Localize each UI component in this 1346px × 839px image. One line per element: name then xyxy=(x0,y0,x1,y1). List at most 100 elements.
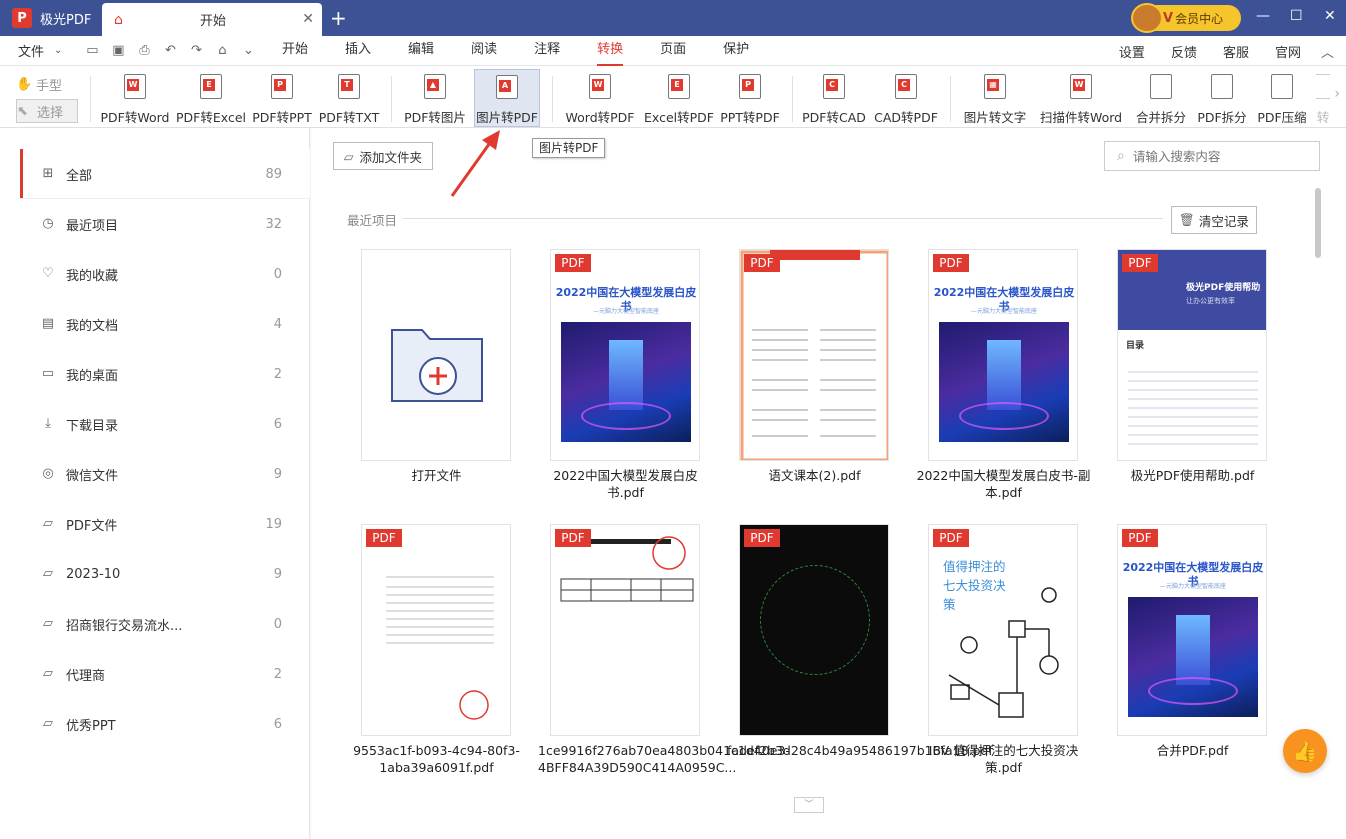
file-card[interactable]: PDF xyxy=(739,524,889,736)
merge-split-button[interactable]: 合并拆分 xyxy=(1136,72,1186,126)
menu-tab-protect[interactable]: 保护 xyxy=(723,36,749,66)
minimize-icon[interactable]: — xyxy=(1256,8,1270,24)
ppt-to-pdf-label: PPT转PDF xyxy=(720,110,780,125)
website-link[interactable]: 官网 xyxy=(1275,42,1301,61)
menu-tab-convert[interactable]: 转换 xyxy=(597,36,624,66)
menu-tab-annotate[interactable]: 注释 xyxy=(534,36,560,66)
undo-icon[interactable]: ↶ xyxy=(162,43,178,59)
sidebar-item-cmb-statements[interactable]: ▱ 招商银行交易流水... 0 xyxy=(20,599,310,649)
folder-icon: ▱ xyxy=(43,566,53,581)
file-card[interactable]: 2022中国在大模型发展白皮书 —元脑力大模型智能底座 PDF xyxy=(928,249,1078,461)
select-tool-label: 选择 xyxy=(37,105,64,121)
pdf-to-cad-button[interactable]: C PDF转CAD xyxy=(802,72,866,126)
open-file-card[interactable] xyxy=(361,249,511,461)
pdf-to-image-button[interactable]: ▲ PDF转图片 xyxy=(404,72,466,126)
open-icon[interactable]: ▭ xyxy=(84,43,100,59)
sidebar-item-wechat[interactable]: ◎ 微信文件 9 xyxy=(20,449,310,499)
sidebar-item-documents[interactable]: ▤ 我的文档 4 xyxy=(20,299,310,349)
merge-split-icon xyxy=(1150,74,1172,99)
scrollbar[interactable] xyxy=(1315,188,1321,258)
file-card[interactable]: 极光PDF使用帮助 让办公更有效率 目录 PDF xyxy=(1117,249,1267,461)
pdf-badge: PDF xyxy=(1122,254,1158,272)
menu-tab-start[interactable]: 开始 xyxy=(282,36,308,66)
sidebar-item-label: 我的收藏 xyxy=(66,268,119,284)
select-tool[interactable]: ⬉ 选择 xyxy=(16,99,78,123)
sidebar-item-recent[interactable]: ◷ 最近项目 32 xyxy=(20,199,310,249)
chevron-right-icon[interactable]: › xyxy=(1334,86,1340,102)
sidebar-item-pdf-files[interactable]: ▱ PDF文件 19 xyxy=(20,499,310,549)
hand-tool[interactable]: ✋ 手型 xyxy=(16,72,78,96)
settings-link[interactable]: 设置 xyxy=(1119,42,1145,61)
cad-to-pdf-button[interactable]: C CAD转PDF xyxy=(874,72,938,126)
search-input[interactable] xyxy=(1132,148,1303,164)
pdf-to-txt-button[interactable]: T PDF转TXT xyxy=(319,72,379,126)
image-to-pdf-button[interactable]: A 图片转PDF xyxy=(474,69,540,127)
vip-center-button[interactable]: V 会员中心 xyxy=(1131,3,1241,33)
clear-history-button[interactable]: 🗑 清空记录 xyxy=(1171,206,1257,234)
pdf-to-cad-label: PDF转CAD xyxy=(802,110,866,125)
pdf-to-excel-button[interactable]: E PDF转Excel xyxy=(176,72,246,126)
quick-access-more-icon[interactable]: ⌄ xyxy=(240,43,256,59)
word-to-pdf-button[interactable]: W Word转PDF xyxy=(565,72,635,126)
file-menu[interactable]: 文件 xyxy=(18,41,44,60)
chevron-down-icon[interactable]: ⌄ xyxy=(54,45,62,56)
pdf-to-ppt-button[interactable]: P PDF转PPT xyxy=(252,72,312,126)
sidebar-item-downloads[interactable]: ⤓ 下载目录 6 xyxy=(20,399,310,449)
menu-tab-edit[interactable]: 编辑 xyxy=(408,36,434,66)
search-box[interactable]: ⌕ xyxy=(1104,141,1320,171)
menu-tab-insert[interactable]: 插入 xyxy=(345,36,371,66)
pdf-to-image-label: PDF转图片 xyxy=(404,110,466,125)
feedback-link[interactable]: 反馈 xyxy=(1171,42,1197,61)
open-file-label: 打开文件 xyxy=(411,468,462,483)
pdf-badge: PDF xyxy=(933,254,969,272)
menu-right: 设置 反馈 客服 官网 ︿ xyxy=(1093,36,1334,66)
print-icon[interactable]: ⎙ xyxy=(136,43,152,59)
add-folder-button[interactable]: ▱ 添加文件夹 xyxy=(333,142,433,170)
ribbon-separator xyxy=(90,76,91,122)
sidebar-item-ppt[interactable]: ▱ 优秀PPT 6 xyxy=(20,699,310,749)
file-card[interactable]: 值得押注的七大投资决策 PDF xyxy=(928,524,1078,736)
sidebar-item-desktop[interactable]: ▭ 我的桌面 2 xyxy=(20,349,310,399)
image-to-text-button[interactable]: ▦ 图片转文字 xyxy=(964,72,1026,126)
excel-to-pdf-label: Excel转PDF xyxy=(644,110,714,125)
home-icon[interactable]: ⌂ xyxy=(214,43,230,59)
sidebar-item-favorites[interactable]: ♡ 我的收藏 0 xyxy=(20,249,310,299)
excel-to-pdf-button[interactable]: E Excel转PDF xyxy=(644,72,714,126)
ppt-to-pdf-button[interactable]: P PPT转PDF xyxy=(720,72,780,126)
close-tab-icon[interactable]: ✕ xyxy=(302,11,314,27)
load-more-button[interactable]: ﹀ xyxy=(794,797,824,813)
redo-icon[interactable]: ↷ xyxy=(188,43,204,59)
toc-lines xyxy=(1128,371,1258,445)
image-to-pdf-icon: A xyxy=(496,75,518,99)
scan-to-word-button[interactable]: W 扫描件转Word xyxy=(1040,72,1122,126)
menu-tab-read[interactable]: 阅读 xyxy=(471,36,497,66)
file-card[interactable]: 2022中国在大模型发展白皮书 —元脑力大模型智能底座 PDF xyxy=(1117,524,1267,736)
file-card[interactable]: PDF xyxy=(550,524,700,736)
more-tool-button[interactable]: 转 xyxy=(1316,72,1330,126)
sidebar-item-count: 89 xyxy=(265,166,282,182)
sidebar-item-all[interactable]: ⊞ 全部 89 xyxy=(20,149,310,199)
support-link[interactable]: 客服 xyxy=(1223,42,1249,61)
collapse-ribbon-icon[interactable]: ︿ xyxy=(1321,42,1334,61)
sidebar-item-2023-10[interactable]: ▱ 2023-10 9 xyxy=(20,549,310,599)
file-card[interactable]: PDF xyxy=(739,249,889,461)
pdf-to-word-button[interactable]: W PDF转Word xyxy=(100,72,170,126)
pdf-split-button[interactable]: PDF拆分 xyxy=(1197,72,1247,126)
receipt-thumbnail xyxy=(560,536,694,602)
merge-split-label: 合并拆分 xyxy=(1136,110,1187,125)
tab-start[interactable]: ⌂ 开始 ✕ xyxy=(102,3,322,36)
menu-tab-page[interactable]: 页面 xyxy=(660,36,686,66)
save-icon[interactable]: ▣ xyxy=(110,43,126,59)
file-name: 1ce9916f276ab70ea4803b041c1d40e3-4BFF84A… xyxy=(538,743,790,775)
pdf-badge: PDF xyxy=(555,529,591,547)
ribbon-separator xyxy=(391,76,392,122)
maximize-icon[interactable]: ☐ xyxy=(1290,8,1303,24)
pdf-compress-button[interactable]: PDF压缩 xyxy=(1257,72,1307,126)
close-window-icon[interactable]: ✕ xyxy=(1324,8,1336,24)
dark-cover xyxy=(740,525,888,735)
new-tab-icon[interactable]: + xyxy=(330,6,347,30)
thumbs-up-button[interactable]: 👍 xyxy=(1283,729,1327,773)
file-card[interactable]: 2022中国在大模型发展白皮书 —元脑力大模型智能底座 PDF xyxy=(550,249,700,461)
sidebar-item-agents[interactable]: ▱ 代理商 2 xyxy=(20,649,310,699)
file-card[interactable]: PDF xyxy=(361,524,511,736)
